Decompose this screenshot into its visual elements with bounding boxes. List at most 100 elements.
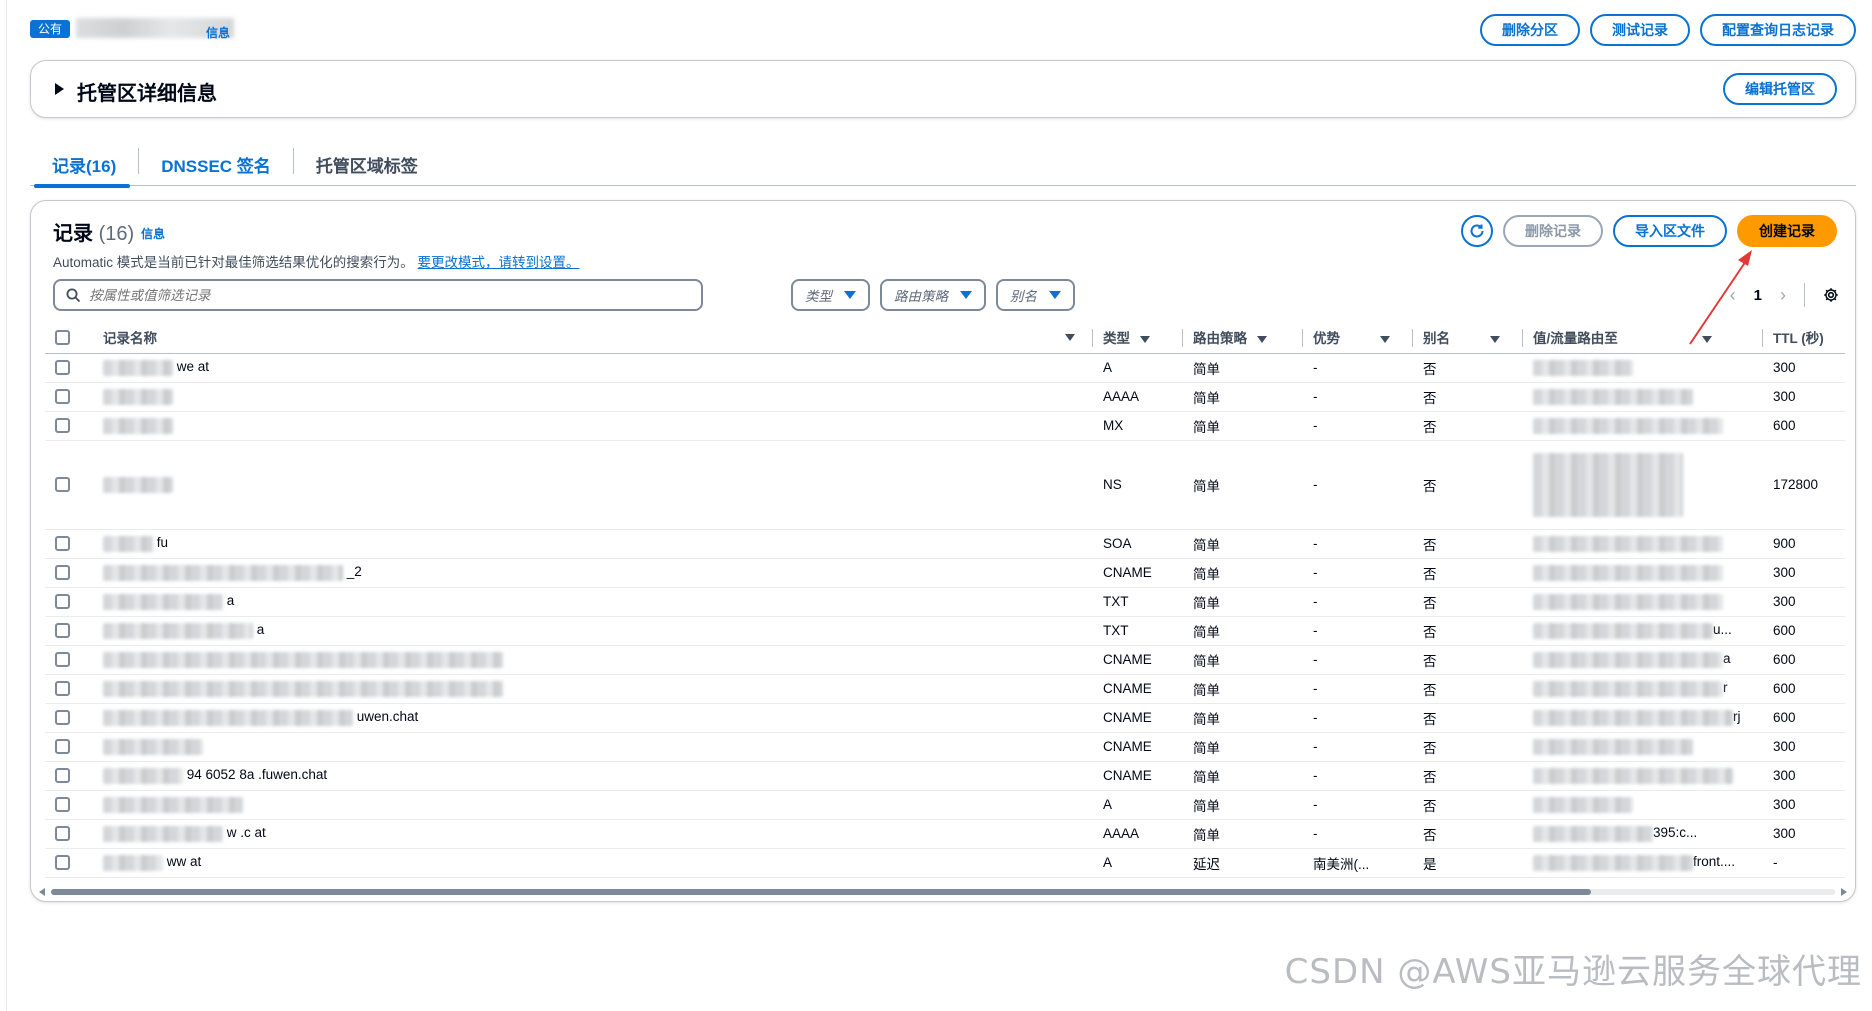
- record-name[interactable]: _2: [347, 564, 362, 579]
- table-row[interactable]: CNAME 简单 - 否 a 600: [45, 645, 1845, 675]
- row-checkbox[interactable]: [55, 710, 70, 726]
- configure-query-logging-button[interactable]: 配置查询日志记录: [1700, 14, 1856, 46]
- table-row[interactable]: a TXT 简单 - 否 u... 600: [45, 616, 1845, 646]
- delete-zone-button[interactable]: 删除分区: [1480, 14, 1580, 46]
- filter-routing-dropdown[interactable]: 路由策略: [880, 279, 986, 311]
- current-page[interactable]: 1: [1754, 287, 1762, 304]
- table-row[interactable]: 94 6052 8a .fuwen.chat CNAME 简单 - 否 300: [45, 761, 1845, 791]
- table-row[interactable]: w .c at AAAA 简单 - 否 395:c... 300: [45, 819, 1845, 849]
- record-name[interactable]: w .c at: [227, 825, 266, 840]
- record-type: NS: [1093, 440, 1183, 530]
- create-record-button[interactable]: 创建记录: [1737, 215, 1837, 247]
- record-value-cell: [1523, 761, 1763, 791]
- row-checkbox[interactable]: [55, 855, 70, 871]
- prev-page-icon[interactable]: ‹: [1730, 285, 1736, 306]
- record-routing-policy: 简单: [1183, 790, 1303, 820]
- edit-hosted-zone-button[interactable]: 编辑托管区: [1723, 73, 1837, 105]
- record-name[interactable]: ww at: [167, 854, 202, 869]
- table-row[interactable]: a TXT 简单 - 否 300: [45, 587, 1845, 617]
- filter-type-dropdown[interactable]: 类型: [791, 279, 870, 311]
- settings-gear-icon[interactable]: [1823, 287, 1839, 303]
- scroll-left-icon[interactable]: [39, 888, 45, 896]
- tab-zone-tags[interactable]: 托管区域标签: [294, 146, 440, 186]
- row-checkbox[interactable]: [55, 477, 70, 493]
- col-differentiator[interactable]: 优势: [1303, 321, 1413, 354]
- col-type[interactable]: 类型: [1093, 321, 1183, 354]
- row-checkbox[interactable]: [55, 389, 70, 405]
- sort-icon[interactable]: [1140, 335, 1150, 343]
- redacted-text: [1533, 452, 1683, 517]
- row-checkbox[interactable]: [55, 623, 70, 639]
- col-ttl[interactable]: TTL (秒): [1763, 321, 1845, 354]
- table-row[interactable]: _2 CNAME 简单 - 否 300: [45, 558, 1845, 588]
- table-row[interactable]: A 简单 - 否 300: [45, 790, 1845, 820]
- scroll-right-icon[interactable]: [1841, 888, 1847, 896]
- record-ttl: -: [1763, 848, 1845, 878]
- horizontal-scrollbar[interactable]: [37, 887, 1849, 897]
- table-row[interactable]: NS 简单 - 否 172800: [45, 440, 1845, 530]
- record-name[interactable]: 94 6052 8a .fuwen.chat: [187, 767, 327, 782]
- record-name[interactable]: we at: [177, 359, 209, 374]
- select-all-checkbox[interactable]: [55, 329, 70, 345]
- table-row[interactable]: CNAME 简单 - 否 300: [45, 732, 1845, 762]
- filter-alias-dropdown[interactable]: 别名: [996, 279, 1075, 311]
- next-page-icon[interactable]: ›: [1780, 285, 1786, 306]
- record-alias: 否: [1413, 761, 1523, 791]
- refresh-button[interactable]: [1461, 215, 1493, 247]
- record-value-cell: [1523, 411, 1763, 441]
- table-row[interactable]: we at A 简单 - 否 300: [45, 353, 1845, 383]
- record-value-cell: [1523, 732, 1763, 762]
- record-name-cell: [93, 382, 1093, 412]
- table-row[interactable]: AAAA 简单 - 否 300: [45, 382, 1845, 412]
- table-row[interactable]: fu SOA 简单 - 否 900: [45, 529, 1845, 559]
- import-zone-file-button[interactable]: 导入区文件: [1613, 215, 1727, 247]
- record-routing-policy: 简单: [1183, 616, 1303, 646]
- row-select-cell: [45, 761, 93, 791]
- col-record-name[interactable]: 记录名称: [93, 321, 1093, 354]
- col-value[interactable]: 值/流量路由至: [1523, 321, 1763, 354]
- tab-dnssec[interactable]: DNSSEC 签名: [139, 146, 293, 186]
- redacted-text: [1533, 388, 1693, 405]
- col-alias[interactable]: 别名: [1413, 321, 1523, 354]
- sort-icon[interactable]: [1257, 335, 1267, 343]
- record-name-cell: [93, 645, 1093, 675]
- row-checkbox[interactable]: [55, 652, 70, 668]
- row-checkbox[interactable]: [55, 681, 70, 697]
- record-name[interactable]: a: [257, 622, 265, 637]
- scrollbar-thumb[interactable]: [51, 889, 1591, 895]
- delete-record-button[interactable]: 删除记录: [1503, 215, 1603, 247]
- row-checkbox[interactable]: [55, 418, 70, 434]
- test-record-button[interactable]: 测试记录: [1590, 14, 1690, 46]
- sort-icon[interactable]: [1701, 335, 1712, 343]
- record-name[interactable]: fu: [157, 535, 168, 550]
- record-name-cell: ww at: [93, 848, 1093, 878]
- row-checkbox[interactable]: [55, 797, 70, 813]
- records-info-link[interactable]: 信息: [141, 225, 165, 242]
- table-row[interactable]: CNAME 简单 - 否 r 600: [45, 674, 1845, 704]
- redacted-text: [103, 622, 253, 639]
- row-checkbox[interactable]: [55, 826, 70, 842]
- row-checkbox[interactable]: [55, 536, 70, 552]
- sort-icon[interactable]: [1490, 335, 1500, 343]
- row-checkbox[interactable]: [55, 594, 70, 610]
- hosted-zone-details-title[interactable]: 托管区详细信息: [77, 77, 217, 106]
- record-ttl: 300: [1763, 819, 1845, 849]
- change-mode-link[interactable]: 要更改模式，请转到设置。: [418, 255, 580, 270]
- record-name[interactable]: a: [227, 593, 235, 608]
- expand-caret-icon[interactable]: [55, 83, 64, 95]
- row-checkbox[interactable]: [55, 739, 70, 755]
- row-checkbox[interactable]: [55, 360, 70, 376]
- table-row[interactable]: uwen.chat CNAME 简单 - 否 rj 600: [45, 703, 1845, 733]
- record-name[interactable]: uwen.chat: [357, 709, 419, 724]
- search-input[interactable]: [89, 284, 689, 306]
- sort-icon[interactable]: [1380, 335, 1390, 343]
- row-checkbox[interactable]: [55, 565, 70, 581]
- row-checkbox[interactable]: [55, 768, 70, 784]
- sort-icon[interactable]: [1065, 334, 1075, 341]
- table-row[interactable]: ww at A 延迟 南美洲(... 是 front.... -: [45, 848, 1845, 878]
- table-row[interactable]: MX 简单 - 否 600: [45, 411, 1845, 441]
- tab-records[interactable]: 记录(16): [30, 146, 138, 188]
- zone-info-link[interactable]: 信息: [206, 24, 230, 41]
- col-routing-policy[interactable]: 路由策略: [1183, 321, 1303, 354]
- row-select-cell: [45, 645, 93, 675]
